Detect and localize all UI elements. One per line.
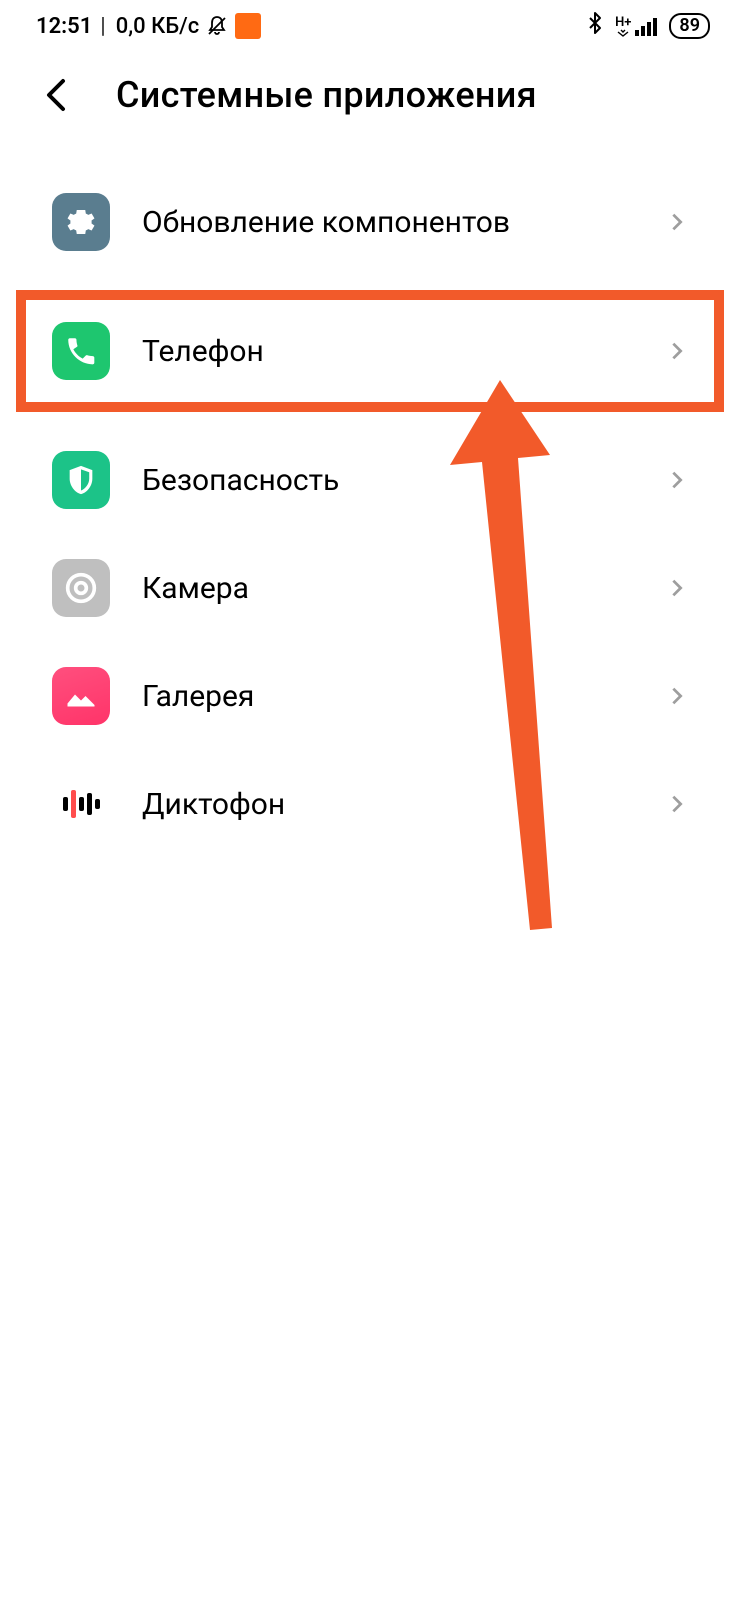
chevron-right-icon — [666, 793, 688, 815]
page-header: Системные приложения — [0, 48, 740, 128]
list-item-label: Диктофон — [142, 787, 634, 822]
list-item-gallery[interactable]: Галерея — [0, 642, 740, 750]
network-type: H+ — [615, 16, 631, 29]
mi-app-icon — [235, 13, 261, 39]
list-item-camera[interactable]: Камера — [0, 534, 740, 642]
app-list: Обновление компонентов Телефон Безопасно… — [0, 128, 740, 858]
list-item-update[interactable]: Обновление компонентов — [0, 168, 740, 276]
status-left: 12:51 | 0,0 КБ/с — [36, 13, 261, 39]
recorder-icon — [52, 775, 110, 833]
bluetooth-icon — [585, 11, 605, 41]
status-speed: 0,0 КБ/с — [116, 14, 199, 39]
list-item-phone[interactable]: Телефон — [16, 290, 724, 412]
list-item-security[interactable]: Безопасность — [0, 426, 740, 534]
chevron-right-icon — [666, 577, 688, 599]
list-item-label: Галерея — [142, 679, 634, 714]
camera-icon — [52, 559, 110, 617]
shield-icon — [52, 451, 110, 509]
status-time: 12:51 — [36, 14, 92, 39]
list-item-label: Обновление компонентов — [142, 205, 634, 240]
battery-indicator: 89 — [669, 13, 710, 39]
gallery-icon — [52, 667, 110, 725]
gear-icon — [52, 193, 110, 251]
chevron-left-icon — [43, 78, 69, 112]
back-button[interactable] — [36, 75, 76, 115]
chevron-right-icon — [666, 340, 688, 362]
status-separator: | — [100, 14, 105, 39]
page-title: Системные приложения — [116, 74, 537, 116]
status-right: H+ 89 — [585, 11, 710, 41]
bell-off-icon — [205, 14, 229, 38]
status-bar: 12:51 | 0,0 КБ/с H+ — [0, 0, 740, 48]
list-item-label: Безопасность — [142, 463, 634, 498]
list-item-label: Телефон — [142, 334, 634, 369]
list-item-label: Камера — [142, 571, 634, 606]
list-item-recorder[interactable]: Диктофон — [0, 750, 740, 858]
chevron-right-icon — [666, 211, 688, 233]
chevron-right-icon — [666, 469, 688, 491]
signal-icon: H+ — [615, 16, 659, 37]
chevron-right-icon — [666, 685, 688, 707]
phone-icon — [52, 322, 110, 380]
